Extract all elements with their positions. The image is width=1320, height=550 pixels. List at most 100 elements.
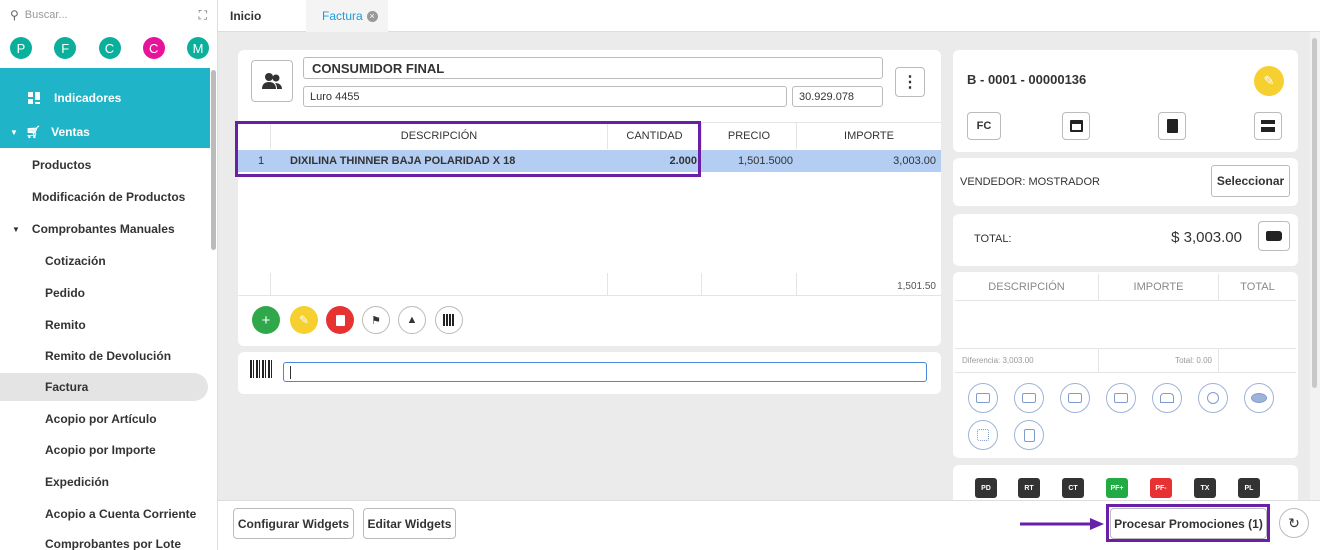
- payments-header: DESCRIPCIÓN IMPORTE TOTAL: [955, 274, 1296, 301]
- fill-button[interactable]: ▲: [398, 306, 426, 334]
- annotation-highlight: [235, 121, 701, 177]
- add-item-button[interactable]: +: [252, 306, 280, 334]
- user-avatars: P F C C M: [0, 30, 217, 66]
- doc-ct-button[interactable]: CT: [1062, 478, 1084, 498]
- sidebar-item-comprobantes-manuales[interactable]: ▼ Comprobantes Manuales: [0, 213, 210, 245]
- sidebar-item-remito[interactable]: Remito: [0, 309, 210, 341]
- barcode-button[interactable]: [435, 306, 463, 334]
- bank-payment-button[interactable]: [1152, 383, 1182, 413]
- sidebar-item-label: Pedido: [45, 286, 86, 300]
- calendar-button[interactable]: [1062, 112, 1090, 140]
- invoice-number: B - 0001 - 00000136: [967, 72, 1087, 87]
- tag-button[interactable]: ⚑: [362, 306, 390, 334]
- select-seller-button[interactable]: Seleccionar: [1211, 165, 1290, 197]
- paint-bucket-icon: ▲: [406, 314, 418, 326]
- main-scrollbar[interactable]: [1310, 32, 1320, 500]
- row-price[interactable]: 1,501.5000: [701, 150, 793, 172]
- avatar[interactable]: M: [187, 37, 209, 59]
- doc-pf-plus-button[interactable]: PF+: [1106, 478, 1128, 498]
- sidebar-item-pedido[interactable]: Pedido: [0, 277, 210, 309]
- doc-rt-button[interactable]: RT: [1018, 478, 1040, 498]
- client-name-field[interactable]: CONSUMIDOR FINAL: [303, 57, 883, 79]
- tab-label: Factura: [322, 9, 363, 23]
- sidebar-item-acopio-articulo[interactable]: Acopio por Artículo: [0, 403, 210, 435]
- sidebar: ⚲ Buscar... ⛶ P F C C M Indicadores ▼ 🛒︎…: [0, 0, 218, 550]
- sidebar-item-productos[interactable]: Productos: [0, 149, 210, 181]
- store-icon: [1261, 120, 1275, 132]
- voucher-payment-button[interactable]: [1014, 420, 1044, 450]
- sidebar-item-label: Comprobantes Manuales: [31, 222, 175, 236]
- search-input[interactable]: Buscar...: [25, 9, 68, 21]
- sidebar-item-acopio-cuenta-corriente[interactable]: Acopio a Cuenta Corriente: [0, 498, 210, 530]
- payments-footer: Diferencia: 3,003.00 Total: 0.00: [955, 348, 1296, 373]
- other-payment-button[interactable]: [1244, 383, 1274, 413]
- store-button[interactable]: [1254, 112, 1282, 140]
- avatar[interactable]: C: [142, 37, 165, 59]
- tab-inicio[interactable]: Inicio: [230, 0, 261, 32]
- qr-payment-button[interactable]: [968, 420, 998, 450]
- close-icon[interactable]: ×: [366, 10, 378, 22]
- avatar[interactable]: F: [54, 37, 77, 59]
- barcode-icon: [443, 314, 455, 326]
- client-cuit-field[interactable]: 30.929.078: [792, 86, 883, 107]
- tab-factura[interactable]: Factura ×: [306, 0, 388, 32]
- card-payment-button[interactable]: [1014, 383, 1044, 413]
- refresh-button[interactable]: ↻: [1279, 508, 1309, 538]
- sidebar-scrollbar[interactable]: [211, 70, 216, 250]
- barcode-input[interactable]: [283, 362, 927, 382]
- discount-button[interactable]: [1258, 221, 1290, 251]
- sidebar-item-cotizacion[interactable]: Cotización: [0, 245, 210, 277]
- column-header-importe[interactable]: IMPORTE: [796, 123, 941, 149]
- more-options-icon[interactable]: ⋮: [895, 67, 925, 97]
- divider: [607, 273, 608, 295]
- cash-payment-button[interactable]: [968, 383, 998, 413]
- column-header-importe[interactable]: IMPORTE: [1098, 274, 1218, 300]
- sidebar-item-label: Acopio por Artículo: [45, 412, 157, 426]
- avatar[interactable]: C: [98, 37, 121, 59]
- search-icon: ⚲: [10, 8, 19, 22]
- fullscreen-icon[interactable]: ⛶: [199, 8, 207, 23]
- column-header-descripcion[interactable]: DESCRIPCIÓN: [955, 274, 1098, 300]
- annotation-highlight: [1106, 504, 1270, 542]
- divider: [270, 273, 271, 295]
- configure-widgets-button[interactable]: Configurar Widgets: [233, 508, 354, 539]
- coins-payment-button[interactable]: [1198, 383, 1228, 413]
- client-select-button[interactable]: [251, 60, 293, 102]
- doc-tx-button[interactable]: TX: [1194, 478, 1216, 498]
- sidebar-item-indicadores[interactable]: Indicadores: [0, 82, 210, 114]
- doc-pf-minus-button[interactable]: PF-: [1150, 478, 1172, 498]
- doc-pl-button[interactable]: PL: [1238, 478, 1260, 498]
- sidebar-item-acopio-importe[interactable]: Acopio por Importe: [0, 434, 210, 466]
- invoice-type-button[interactable]: FC: [967, 112, 1001, 140]
- search-bar[interactable]: ⚲ Buscar... ⛶: [0, 0, 217, 30]
- sidebar-item-ventas[interactable]: ▼ 🛒︎ Ventas: [0, 116, 210, 148]
- cash-icon: [976, 393, 990, 403]
- edit-widgets-button[interactable]: Editar Widgets: [363, 508, 456, 539]
- doc-pd-button[interactable]: PD: [975, 478, 997, 498]
- wallet-payment-button[interactable]: [1060, 383, 1090, 413]
- sidebar-item-remito-devolucion[interactable]: Remito de Devolución: [0, 340, 210, 372]
- check-payment-button[interactable]: [1106, 383, 1136, 413]
- chevron-down-icon: ▼: [10, 127, 18, 137]
- column-total: 1,501.50: [897, 280, 936, 292]
- document-icon: [1166, 119, 1178, 133]
- avatar[interactable]: P: [10, 37, 32, 59]
- paid-total: Total: 0.00: [1098, 349, 1218, 372]
- column-header-total[interactable]: TOTAL: [1218, 274, 1296, 300]
- edit-item-button[interactable]: ✎: [290, 306, 318, 334]
- sidebar-item-modificacion-productos[interactable]: Modificación de Productos: [0, 181, 210, 213]
- client-address-field[interactable]: Luro 4455: [303, 86, 787, 107]
- delete-item-button[interactable]: [326, 306, 354, 334]
- sidebar-item-label: Remito de Devolución: [45, 349, 172, 363]
- coins-icon: [1207, 392, 1219, 404]
- refresh-icon: ↻: [1288, 514, 1300, 531]
- chevron-down-icon: ▼: [12, 224, 20, 234]
- column-header-precio[interactable]: PRECIO: [701, 123, 796, 149]
- sidebar-item-expedicion[interactable]: Expedición: [0, 466, 210, 498]
- sidebar-item-label: Comprobantes por Lote: [45, 537, 182, 550]
- document-button[interactable]: [1158, 112, 1186, 140]
- edit-invoice-button[interactable]: ✎: [1254, 66, 1284, 96]
- sidebar-item-comprobantes-lote[interactable]: Comprobantes por Lote: [0, 528, 210, 550]
- sidebar-item-factura[interactable]: Factura: [0, 373, 208, 401]
- total-value: $ 3,003.00: [1171, 229, 1242, 246]
